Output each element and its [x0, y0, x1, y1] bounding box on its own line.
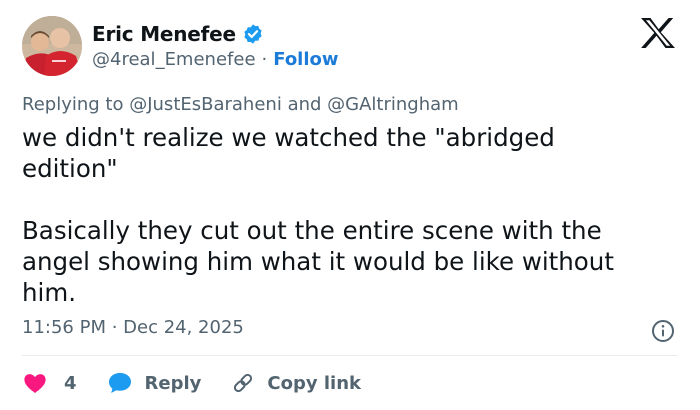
x-logo-icon[interactable]: [640, 17, 676, 49]
mention-link[interactable]: @JustEsBaraheni: [129, 94, 282, 115]
link-icon: [234, 373, 253, 393]
replying-to-prefix: Replying to: [22, 94, 124, 115]
avatar-photo-icon: [22, 16, 82, 76]
tweet-timestamp[interactable]: 11:56 PM · Dec 24, 2025: [22, 317, 244, 338]
tweet-card: Eric Menefee @4real_Emenefee · Follow Re…: [0, 0, 700, 410]
copy-link-button[interactable]: Copy link: [231, 371, 361, 395]
copy-link-label: Copy link: [267, 372, 361, 394]
reply-button[interactable]: Reply: [107, 371, 202, 395]
replying-to: Replying to @JustEsBaraheni and @GAltrin…: [22, 94, 459, 115]
author-name[interactable]: Eric Menefee: [92, 22, 236, 46]
reply-label: Reply: [144, 372, 202, 394]
tweet-text: we didn't realize we watched the "abridg…: [22, 123, 614, 307]
like-button[interactable]: 4: [22, 370, 77, 396]
reply-bubble-icon: [108, 373, 131, 393]
info-icon[interactable]: [651, 319, 675, 343]
heart-icon: [24, 374, 46, 393]
verified-badge-icon: [244, 24, 262, 44]
avatar[interactable]: [22, 16, 82, 76]
mention-link[interactable]: @GAltringham: [327, 94, 459, 115]
follow-button[interactable]: Follow: [273, 49, 338, 70]
like-count: 4: [64, 372, 77, 394]
author-name-row: Eric Menefee: [92, 22, 264, 46]
replying-to-conjunction: and: [287, 94, 322, 115]
author-handle-row: @4real_Emenefee · Follow: [92, 49, 339, 70]
author-handle[interactable]: @4real_Emenefee: [92, 49, 256, 70]
divider: [22, 355, 678, 356]
separator-dot: ·: [261, 49, 268, 70]
action-bar: 4 Reply Copy link: [22, 368, 361, 398]
